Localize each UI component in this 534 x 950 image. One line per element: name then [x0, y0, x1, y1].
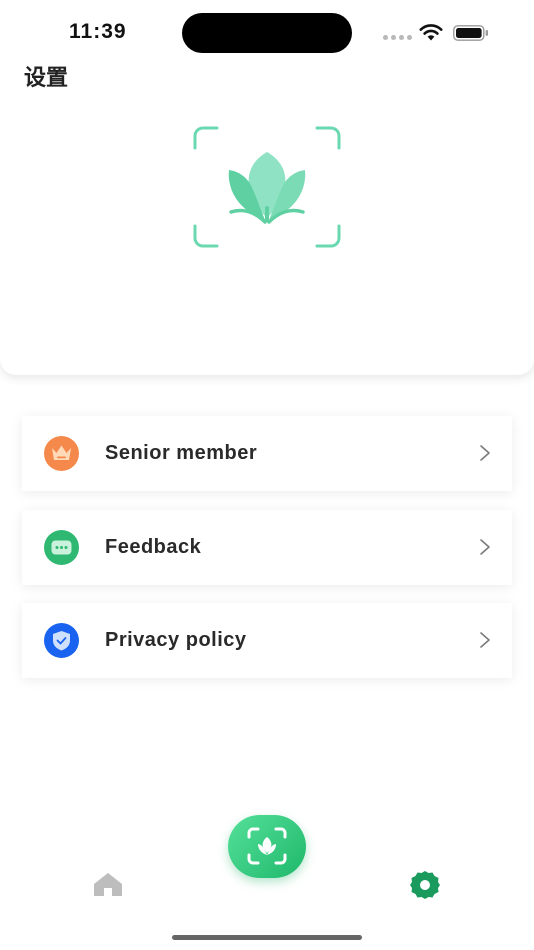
- gear-icon: [410, 871, 440, 899]
- scan-button[interactable]: [228, 815, 306, 878]
- header-card: 11:39 设置: [0, 0, 534, 375]
- menu-item-senior-member[interactable]: Senior member: [22, 416, 512, 491]
- dynamic-island: [182, 13, 352, 53]
- page-title: 设置: [24, 66, 69, 91]
- menu-item-feedback[interactable]: Feedback: [22, 510, 512, 585]
- shield-check-icon: [44, 623, 79, 658]
- home-icon: [94, 873, 122, 896]
- plant-scan-logo-icon: [193, 126, 341, 248]
- battery-icon: [453, 25, 488, 41]
- tab-settings[interactable]: [409, 870, 441, 905]
- menu-item-privacy-policy[interactable]: Privacy policy: [22, 603, 512, 678]
- tab-home[interactable]: [93, 872, 123, 901]
- status-bar: 11:39: [0, 0, 534, 62]
- signal-icon: [383, 35, 412, 40]
- chevron-right-icon: [480, 445, 490, 461]
- chevron-right-icon: [480, 539, 490, 555]
- chevron-right-icon: [480, 632, 490, 648]
- menu-item-label: Senior member: [105, 442, 258, 464]
- menu-item-label: Feedback: [105, 536, 202, 558]
- home-indicator: [172, 935, 362, 940]
- status-time: 11:39: [69, 20, 127, 43]
- chat-bubble-icon: [44, 530, 79, 565]
- menu-item-label: Privacy policy: [105, 629, 247, 651]
- wifi-icon: [419, 24, 443, 41]
- scan-icon: [247, 827, 287, 865]
- crown-icon: [44, 436, 79, 471]
